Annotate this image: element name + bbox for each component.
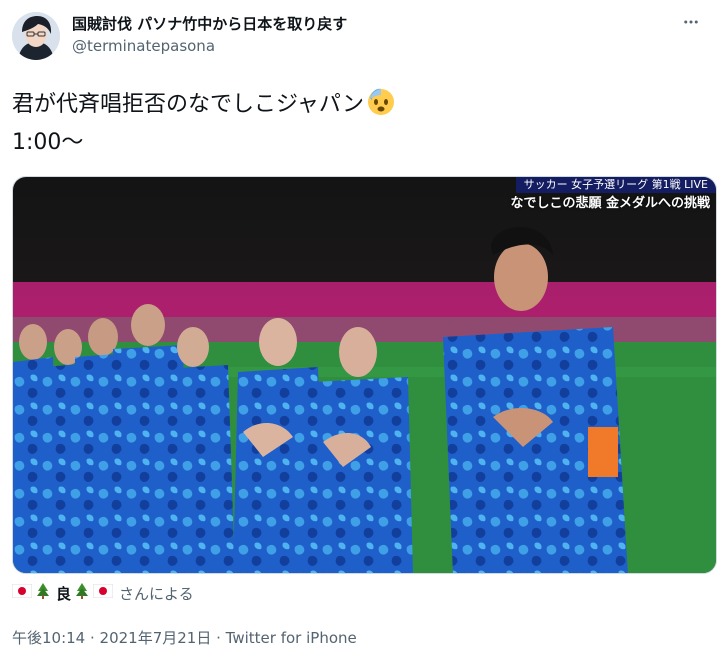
photo-soccer-anthem xyxy=(13,177,716,573)
avatar[interactable] xyxy=(12,12,60,60)
timestamp-separator: · xyxy=(211,629,226,647)
timestamp-separator: · xyxy=(85,629,100,647)
tweet-text-line-2: 1:00〜 xyxy=(12,130,84,155)
tweet-timestamp: 午後10:14 · 2021年7月21日 · Twitter for iPhon… xyxy=(12,627,357,648)
anxious-face-icon xyxy=(366,86,396,126)
tagged-line: 良 さんによる xyxy=(11,582,194,604)
tagged-suffix: さんによる xyxy=(119,584,194,603)
author-display-name[interactable]: 国賊討伐 パソナ竹中から日本を取り戻す xyxy=(72,13,347,34)
tweet-media-photo[interactable]: サッカー 女子予選リーグ 第1戦 LIVE なでしこの悲願 金メダルへの挑戦 xyxy=(12,176,717,574)
more-icon[interactable] xyxy=(679,10,703,34)
pine-decoration-icon xyxy=(34,582,52,604)
tweet-text: 君が代斉唱拒否のなでしこジャパン 1:00〜 xyxy=(12,86,712,159)
timestamp-source[interactable]: Twitter for iPhone xyxy=(226,629,357,647)
tagged-user-label[interactable]: 良 xyxy=(56,583,71,604)
pine-decoration-icon xyxy=(73,582,91,604)
author-handle[interactable]: @terminatepasona xyxy=(72,37,215,55)
japan-flag-icon xyxy=(11,583,33,602)
timestamp-time[interactable]: 午後10:14 xyxy=(12,629,85,647)
tweet-text-line-1: 君が代斉唱拒否のなでしこジャパン xyxy=(12,92,365,117)
tv-banner: サッカー 女子予選リーグ 第1戦 LIVE xyxy=(515,177,716,193)
timestamp-date[interactable]: 2021年7月21日 xyxy=(100,629,212,647)
avatar-illustration xyxy=(12,12,60,60)
japan-flag-icon xyxy=(92,583,114,602)
tv-caption: なでしこの悲願 金メダルへの挑戦 xyxy=(510,196,710,211)
